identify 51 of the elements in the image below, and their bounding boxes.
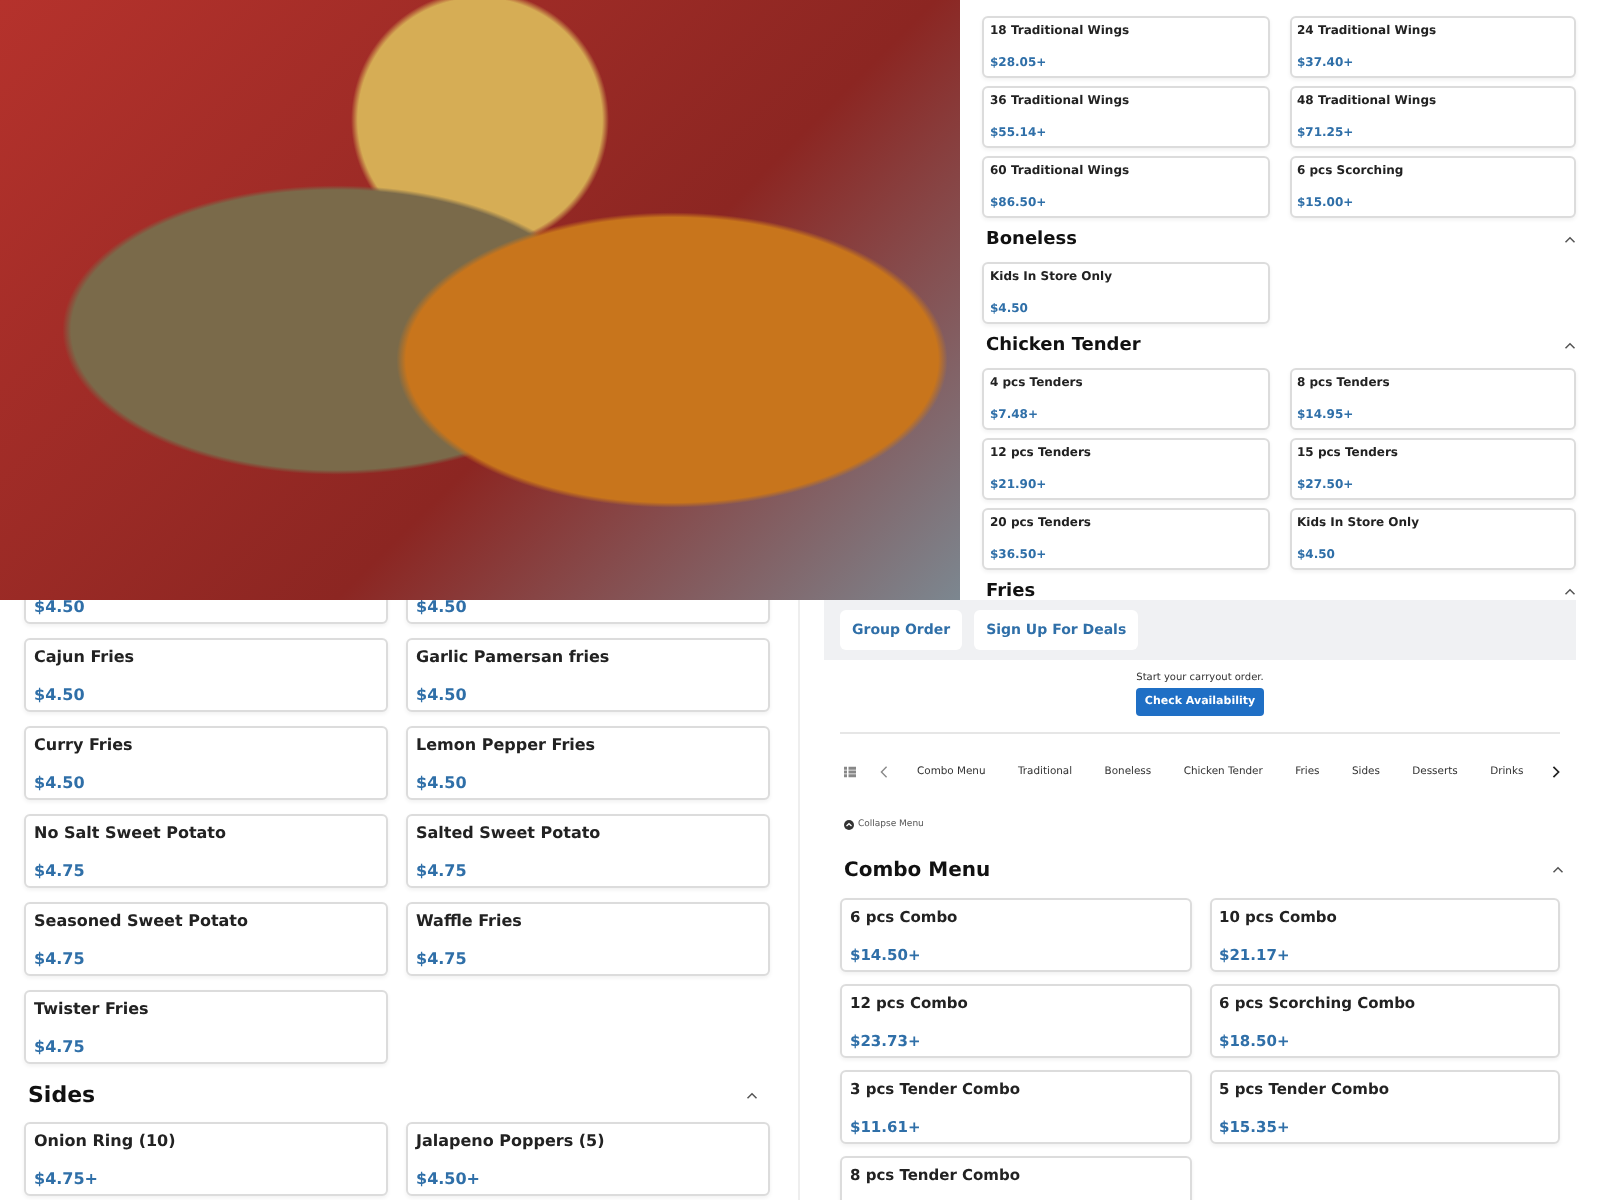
item-price: $4.75 (416, 950, 469, 968)
menu-item-card[interactable]: $4.50 (24, 600, 388, 624)
section-title: Boneless (986, 230, 1077, 250)
chevron-left-icon[interactable] (880, 766, 889, 778)
item-name: Cajun Fries (34, 648, 137, 666)
item-name: Garlic Pamersan fries (416, 648, 612, 666)
section-title: Combo Menu (844, 859, 991, 881)
item-name: Curry Fries (34, 736, 135, 754)
section-title: Fries (986, 582, 1036, 600)
item-price: $4.75 (34, 950, 87, 968)
item-price: $4.75 (416, 862, 469, 880)
item-name: Twister Fries (34, 1000, 151, 1018)
item-price: $4.50+ (416, 1170, 483, 1188)
item-price: $4.75 (34, 1038, 87, 1056)
item-price: $4.75 (34, 862, 87, 880)
item-price: $4.75+ (34, 1170, 101, 1188)
chevron-icon[interactable] (746, 1091, 758, 1099)
section-title: Sides (28, 1082, 96, 1108)
menu-item-card[interactable]: Jalapeno Poppers (5) $4.50+ (406, 1122, 770, 1196)
menu-item-card[interactable]: Waffle Fries $4.75 (406, 902, 770, 976)
item-name: Waffle Fries (416, 912, 524, 930)
item-name: No Salt Sweet Potato (34, 824, 229, 842)
item-price: $4.50 (416, 774, 469, 792)
item-name: Salted Sweet Potato (416, 824, 603, 842)
menu-item-card[interactable]: Garlic Pamersan fries $4.50 (406, 638, 770, 712)
chevron-icon[interactable] (1564, 342, 1576, 350)
chevron-icon[interactable] (1552, 866, 1564, 874)
item-name: Seasoned Sweet Potato (34, 912, 250, 930)
chevron-right-icon[interactable] (1551, 766, 1560, 778)
menu-item-card[interactable]: Twister Fries $4.75 (24, 990, 388, 1064)
item-price: $4.50 (34, 774, 87, 792)
chevron-icon[interactable] (1564, 236, 1576, 244)
chevron-icon[interactable] (1564, 588, 1576, 596)
item-price: $4.50 (34, 600, 87, 616)
collapse-icon[interactable] (844, 820, 854, 830)
item-price: $4.50 (34, 686, 87, 704)
menu-item-card[interactable]: Salted Sweet Potato $4.75 (406, 814, 770, 888)
menu-icon[interactable] (844, 766, 856, 778)
item-name: Jalapeno Poppers (5) (416, 1132, 607, 1150)
menu-item-card[interactable]: Onion Ring (10) $4.75+ (24, 1122, 388, 1196)
item-name: Onion Ring (10) (34, 1132, 178, 1150)
section-title: Chicken Tender (986, 336, 1141, 356)
menu-item-card[interactable]: Curry Fries $4.50 (24, 726, 388, 800)
item-price: $4.50 (416, 686, 469, 704)
item-name: Lemon Pepper Fries (416, 736, 598, 754)
menu-item-card[interactable]: $4.50 (406, 600, 770, 624)
item-price: $4.50 (416, 600, 469, 616)
menu-item-card[interactable]: Cajun Fries $4.50 (24, 638, 388, 712)
menu-item-card[interactable]: Lemon Pepper Fries $4.50 (406, 726, 770, 800)
menu-item-card[interactable]: Seasoned Sweet Potato $4.75 (24, 902, 388, 976)
menu-item-card[interactable]: No Salt Sweet Potato $4.75 (24, 814, 388, 888)
